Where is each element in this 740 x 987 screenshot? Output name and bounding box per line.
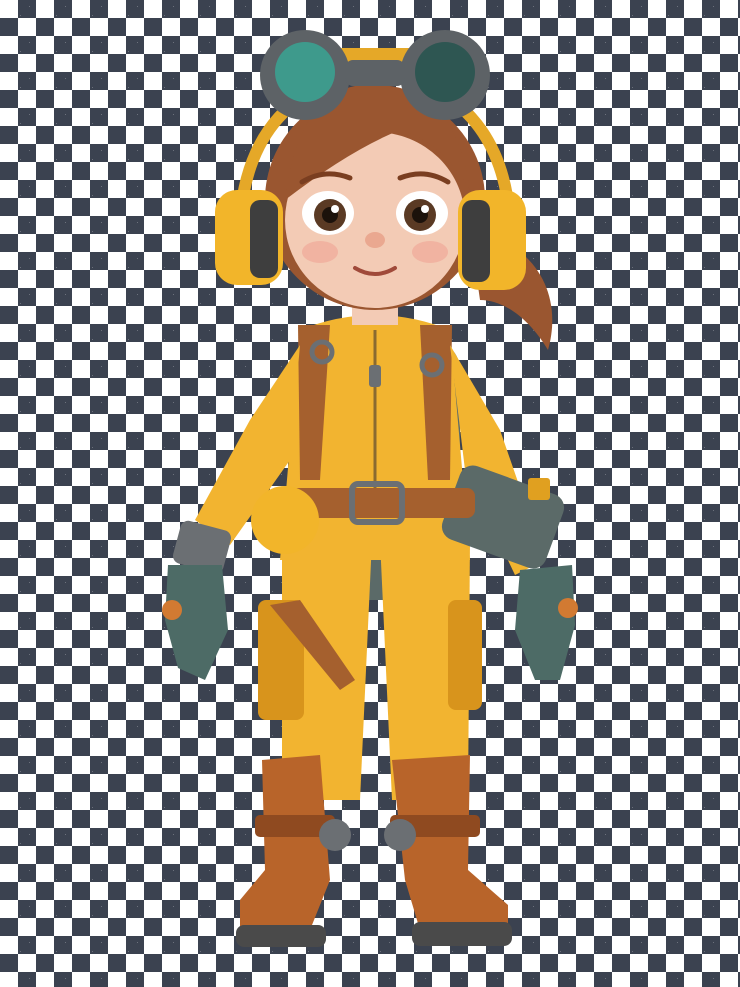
left-boot <box>240 755 330 935</box>
left-glove-pad <box>162 600 182 620</box>
right-boot-sole <box>412 922 512 946</box>
belt-pouch <box>251 486 319 554</box>
left-eye-shine <box>331 205 339 213</box>
checkerboard-background <box>0 0 740 987</box>
left-goggle-lens <box>275 42 335 102</box>
right-goggle-lens <box>415 42 475 102</box>
right-knee-joint <box>384 819 416 851</box>
nose <box>365 232 385 248</box>
right-headphone-inner <box>462 200 490 282</box>
right-glove-pad <box>558 598 578 618</box>
left-glove <box>165 565 228 680</box>
right-glove <box>515 565 575 680</box>
zipper-pull <box>369 365 381 387</box>
character-figure <box>162 30 578 947</box>
goggle-bridge <box>345 60 405 86</box>
left-knee-joint <box>319 819 351 851</box>
left-boot-sole <box>236 925 326 947</box>
arm-device-light <box>528 478 550 500</box>
left-headphone-inner <box>250 200 278 278</box>
right-eye-shine <box>421 205 429 213</box>
right-thigh-pocket <box>448 600 482 710</box>
right-cheek <box>412 241 448 263</box>
left-cheek <box>302 241 338 263</box>
